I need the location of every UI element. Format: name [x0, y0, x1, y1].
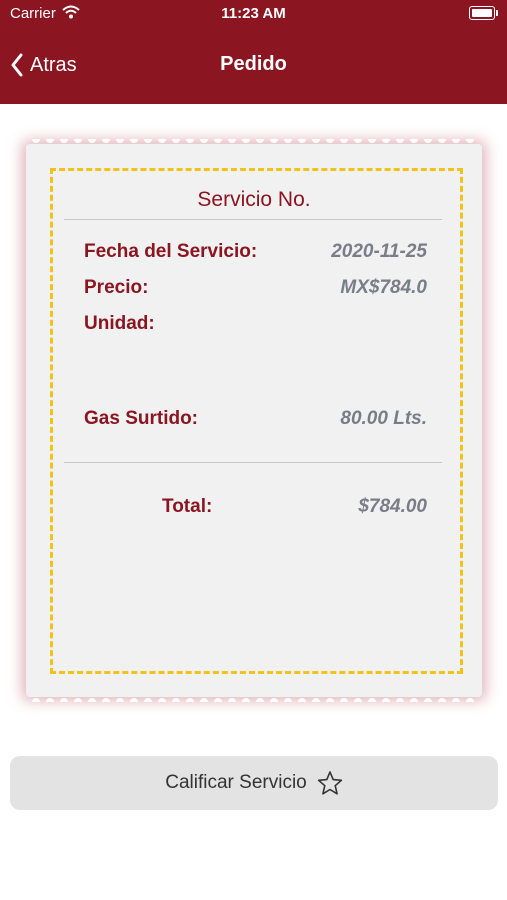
rate-service-label: Calificar Servicio	[165, 772, 307, 793]
price-label: Precio:	[84, 277, 149, 298]
receipt-card: Servicio No. Fecha del Servicio: 2020-11…	[26, 139, 482, 702]
gas-supplied-label: Gas Surtido:	[84, 408, 199, 429]
star-icon	[317, 771, 342, 795]
unit-label: Unidad:	[84, 313, 155, 334]
service-date-value: 2020-11-25	[331, 241, 427, 262]
price-value: MX$784.0	[340, 277, 427, 298]
receipt-title: Servicio No.	[197, 188, 311, 211]
total-label: Total:	[162, 496, 213, 517]
page-title: Pedido	[220, 53, 287, 75]
total-value: $784.00	[358, 496, 427, 517]
title-divider	[64, 219, 442, 220]
total-divider	[64, 462, 442, 463]
perforated-edge-top	[32, 139, 474, 143]
battery-icon	[469, 6, 498, 20]
rate-service-button[interactable]: Calificar Servicio	[10, 756, 498, 810]
navigation-bar: Carrier 11:23 AM Atras Pedido	[0, 0, 507, 104]
status-time: 11:23 AM	[221, 5, 286, 22]
perforated-edge-bottom	[32, 698, 474, 702]
service-date-label: Fecha del Servicio:	[84, 241, 258, 262]
gas-supplied-value: 80.00 Lts.	[340, 408, 427, 429]
